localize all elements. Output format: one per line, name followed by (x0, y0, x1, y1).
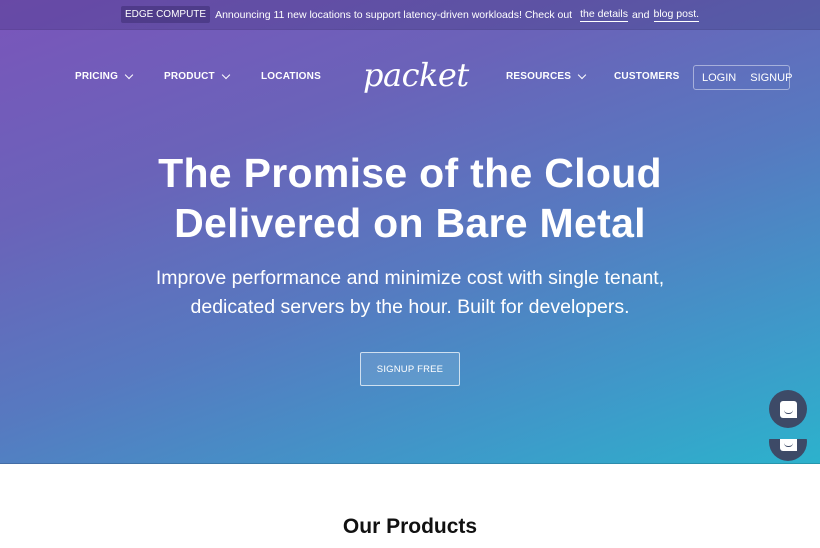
products-heading: Our Products (342, 515, 478, 538)
chat-icon (779, 400, 797, 418)
chevron-down-icon (124, 70, 134, 79)
announcement-badge: EDGE COMPUTE (120, 6, 211, 23)
blog-post-link[interactable]: blog post. (653, 8, 700, 22)
announcement-bar: EDGE COMPUTE Announcing 11 new locations… (0, 0, 820, 30)
signup-button[interactable]: SIGNUP (743, 72, 792, 84)
nav-customers[interactable]: CUSTOMERS (614, 71, 680, 82)
announcement-text: Announcing 11 new locations to support l… (215, 8, 573, 21)
chevron-down-icon (221, 70, 231, 79)
nav-locations[interactable]: LOCATIONS (261, 71, 321, 82)
chevron-down-icon (577, 70, 587, 79)
nav-pricing[interactable]: PRICING (75, 70, 134, 82)
hero-section: EDGE COMPUTE Announcing 11 new locations… (0, 0, 820, 464)
signup-free-button[interactable]: SIGNUP FREE (360, 352, 460, 386)
packet-logo[interactable]: packet (363, 56, 469, 94)
nav-product[interactable]: PRODUCT (164, 70, 231, 82)
details-link[interactable]: the details (580, 8, 628, 22)
hero-title: The Promise of the Cloud Delivered on Ba… (158, 150, 662, 246)
chat-widget-button[interactable] (769, 390, 807, 428)
login-button[interactable]: LOGIN (694, 72, 743, 84)
hero-subtitle: Improve performance and minimize cost wi… (155, 267, 665, 318)
auth-box: LOGIN SIGNUP (693, 65, 792, 90)
nav-resources[interactable]: RESOURCES (506, 70, 587, 82)
